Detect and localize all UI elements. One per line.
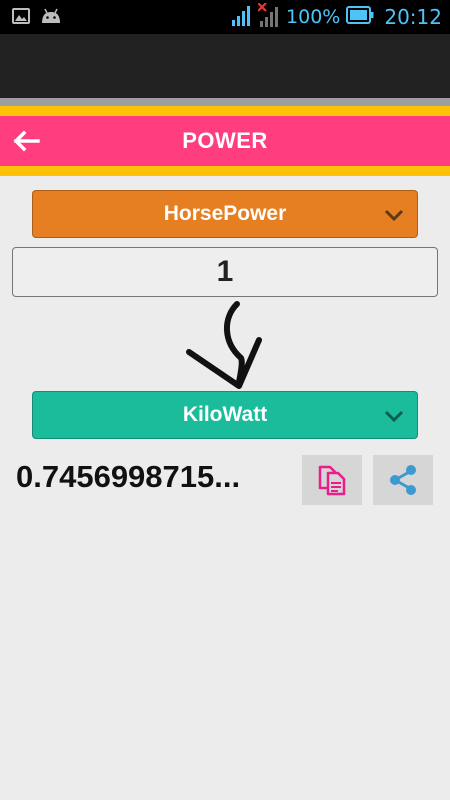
share-icon: [390, 465, 416, 495]
copy-icon: [318, 465, 346, 496]
no-signal-icon: [257, 1, 280, 32]
to-unit-dropdown[interactable]: KiloWatt: [32, 391, 418, 439]
result-value: 0.7456998715...: [16, 459, 241, 494]
accent-stripe-top: [0, 106, 450, 116]
from-unit-dropdown[interactable]: HorsePower: [32, 190, 418, 238]
value-input[interactable]: 1: [12, 247, 438, 297]
divider: [0, 98, 450, 106]
accent-stripe-bottom: [0, 166, 450, 176]
to-unit-label: KiloWatt: [182, 403, 268, 426]
copy-button[interactable]: [302, 455, 362, 505]
system-indicators: 100% 20:12: [232, 1, 442, 32]
curved-arrow-down-icon: [186, 301, 262, 389]
title-bar: POWER: [0, 116, 450, 166]
from-unit-label: HorsePower: [163, 202, 287, 225]
status-bar: 100% 20:12: [0, 0, 450, 34]
notification-icons: [12, 8, 62, 29]
battery-icon: [346, 5, 374, 29]
chevron-down-icon: [384, 410, 404, 423]
clock: 20:12: [384, 5, 442, 29]
action-bar: [0, 34, 450, 98]
page-title: POWER: [182, 128, 268, 153]
share-button[interactable]: [373, 455, 433, 505]
gallery-icon: [12, 8, 30, 29]
battery-percentage: 100%: [286, 6, 341, 28]
android-icon: [40, 8, 62, 29]
chevron-down-icon: [384, 209, 404, 222]
signal-icon: [232, 4, 252, 31]
